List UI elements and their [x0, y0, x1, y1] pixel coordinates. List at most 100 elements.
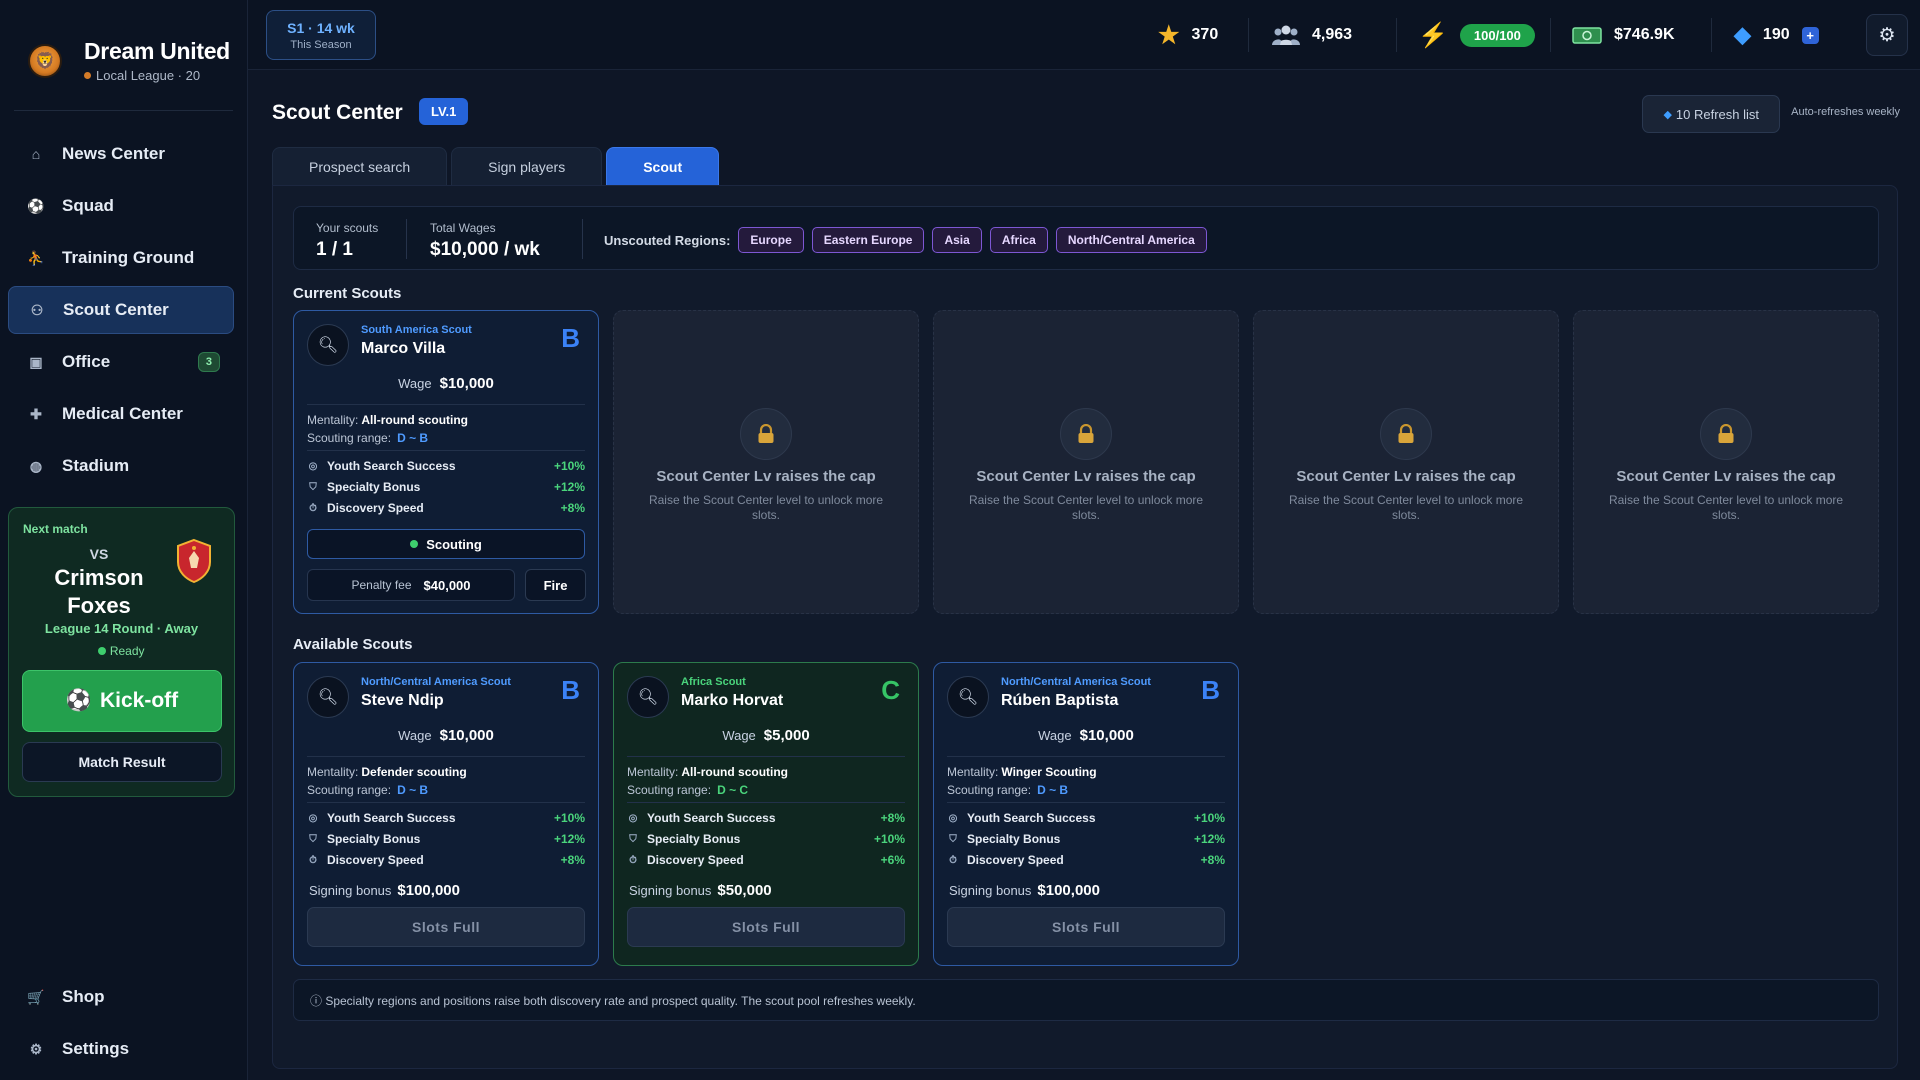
- nav-scout-center[interactable]: ⚇ Scout Center: [8, 286, 234, 334]
- youth-search-stat: ◎ Youth Search Success +10%: [947, 811, 1225, 825]
- signing-value: $50,000: [717, 882, 772, 899]
- match-result-button[interactable]: Match Result: [22, 742, 222, 782]
- mentality-value: Defender scouting: [361, 765, 467, 779]
- current-scout-card[interactable]: 🔍︎ South America Scout Marco Villa B Wag…: [293, 310, 599, 614]
- scout-region: North/Central America Scout: [361, 676, 511, 688]
- status-dot-icon: [410, 540, 419, 548]
- signing-label: Signing bonus: [309, 883, 392, 898]
- scout-name: Steve Ndip: [361, 692, 444, 709]
- stopwatch-icon: ⏱: [309, 854, 317, 866]
- scout-grade: B: [1201, 675, 1220, 705]
- scouts-label: Your scouts: [316, 221, 379, 235]
- stat-label: Discovery Speed: [327, 501, 424, 515]
- nav-medical-center[interactable]: ✚ Medical Center: [8, 390, 234, 438]
- main-content: Scout Center LV.1 ◆ 10 Refresh list Auto-…: [248, 71, 1920, 1080]
- stat-label: Discovery Speed: [327, 853, 424, 867]
- nav-news-center[interactable]: ⌂ News Center: [8, 130, 234, 178]
- wage-value: $10,000: [1079, 727, 1134, 744]
- scout-panel: Your scouts 1 / 1 Total Wages $10,000 / …: [272, 185, 1898, 1069]
- scouts-value: 1 / 1: [316, 239, 353, 260]
- divider: [307, 404, 585, 405]
- scout-mentality: Mentality: All-round scouting: [307, 413, 468, 427]
- stat-label: Youth Search Success: [327, 459, 456, 473]
- opponent-crest-icon: [177, 538, 211, 584]
- ball-icon: ⚽: [65, 689, 92, 712]
- add-gems-button[interactable]: +: [1801, 26, 1819, 44]
- unscouted-regions: Unscouted Regions: Europe Eastern Europe…: [604, 227, 1207, 253]
- slots-full-button[interactable]: Slots Full: [307, 907, 585, 947]
- stopwatch-icon: ⏱: [309, 502, 317, 514]
- penalty-value: $40,000: [423, 577, 471, 593]
- fans-icon: [1272, 25, 1300, 45]
- penalty-label: Penalty fee: [351, 578, 412, 592]
- signing-value: $100,000: [397, 882, 460, 899]
- stat-value: +12%: [1193, 832, 1225, 846]
- signing-label: Signing bonus: [949, 883, 1032, 898]
- nav-office[interactable]: ▣ Office 3: [8, 338, 234, 386]
- target-icon: ◎: [308, 460, 318, 472]
- opponent-name: Crimson Foxes: [9, 564, 189, 620]
- season-week: S1 · 14 wk: [287, 20, 355, 36]
- shield-icon: ⛉: [629, 833, 637, 845]
- shield-icon: ⛉: [309, 481, 317, 493]
- lock-icon: [740, 408, 792, 460]
- stopwatch-icon: ⏱: [629, 854, 637, 866]
- tab-sign-players[interactable]: Sign players: [451, 147, 603, 186]
- slots-full-button[interactable]: Slots Full: [947, 907, 1225, 947]
- available-scout-card[interactable]: 🔍︎ Africa Scout Marko Horvat C Wage $5,00…: [613, 662, 919, 966]
- nav-settings[interactable]: ⚙ Settings: [8, 1025, 234, 1073]
- available-scout-card[interactable]: 🔍︎ North/Central America Scout Steve Ndi…: [293, 662, 599, 966]
- wage-value: $10,000: [439, 375, 494, 392]
- magnifier-icon: 🔍︎: [307, 676, 349, 718]
- settings-gear-button[interactable]: ⚙: [1866, 14, 1908, 56]
- divider: [307, 802, 585, 803]
- top-bar: S1 · 14 wk This Season ★ 370 4,963 ⚡ 100/1…: [248, 0, 1920, 70]
- gear-icon: ⚙: [29, 1040, 43, 1057]
- lock-title: Scout Center Lv raises the cap: [976, 468, 1196, 485]
- nav-shop[interactable]: 🛒 Shop: [8, 973, 234, 1021]
- region-chip[interactable]: Asia: [932, 227, 982, 253]
- specialty-bonus-stat: ⛉ Specialty Bonus +12%: [307, 832, 585, 846]
- nav-squad[interactable]: ⚽ Squad: [8, 182, 234, 230]
- mentality-label: Mentality:: [947, 765, 999, 779]
- wage-label: Wage: [722, 728, 756, 743]
- magnifier-icon: 🔍︎: [627, 676, 669, 718]
- mentality-label: Mentality:: [307, 413, 359, 427]
- tab-prospect-search[interactable]: Prospect search: [272, 147, 448, 186]
- season-indicator[interactable]: S1 · 14 wk This Season: [266, 10, 376, 60]
- slots-full-button[interactable]: Slots Full: [627, 907, 905, 947]
- club-brand[interactable]: 🦁 Dream United Local League · 20: [28, 38, 230, 83]
- fire-button[interactable]: Fire: [525, 569, 586, 601]
- available-scout-card[interactable]: 🔍︎ North/Central America Scout Rúben Bap…: [933, 662, 1239, 966]
- lock-icon: [1380, 408, 1432, 460]
- stars-value: 370: [1191, 26, 1219, 43]
- refresh-label: 10 Refresh list: [1675, 106, 1759, 122]
- nav-stadium[interactable]: ◍ Stadium: [8, 442, 234, 490]
- scout-grade: B: [561, 675, 580, 705]
- stat-label: Youth Search Success: [647, 811, 776, 825]
- kickoff-button[interactable]: ⚽ Kick-off: [22, 670, 222, 732]
- nav-label: Squad: [62, 196, 114, 215]
- refresh-list-button[interactable]: ◆ 10 Refresh list: [1642, 95, 1780, 133]
- region-chip[interactable]: Europe: [738, 227, 804, 253]
- stat-label: Discovery Speed: [647, 853, 744, 867]
- stat-value: +10%: [1193, 811, 1225, 825]
- divider: [14, 110, 233, 111]
- region-chip[interactable]: Eastern Europe: [811, 227, 925, 253]
- stat-value: +10%: [553, 459, 585, 473]
- region-chip[interactable]: North/Central America: [1055, 227, 1207, 253]
- range-label: Scouting range:: [307, 431, 392, 445]
- stat-label: Specialty Bonus: [967, 832, 1061, 846]
- mentality-value: All-round scouting: [361, 413, 469, 427]
- nav-label: News Center: [62, 144, 165, 163]
- tab-scout[interactable]: Scout: [606, 147, 720, 186]
- tab-bar: Prospect search Sign players Scout: [272, 147, 720, 186]
- scout-region: South America Scout: [361, 324, 472, 336]
- opponent-name-line1: Crimson: [54, 565, 144, 590]
- region-chip[interactable]: Africa: [989, 227, 1048, 253]
- lightning-icon: ⚡: [1418, 21, 1448, 49]
- nav-training-ground[interactable]: ⛹ Training Ground: [8, 234, 234, 282]
- locked-slot: Scout Center Lv raises the cap Raise the…: [933, 310, 1239, 614]
- youth-search-stat: ◎ Youth Search Success +10%: [307, 811, 585, 825]
- scout-range: Scouting range: D ~ B: [307, 783, 428, 797]
